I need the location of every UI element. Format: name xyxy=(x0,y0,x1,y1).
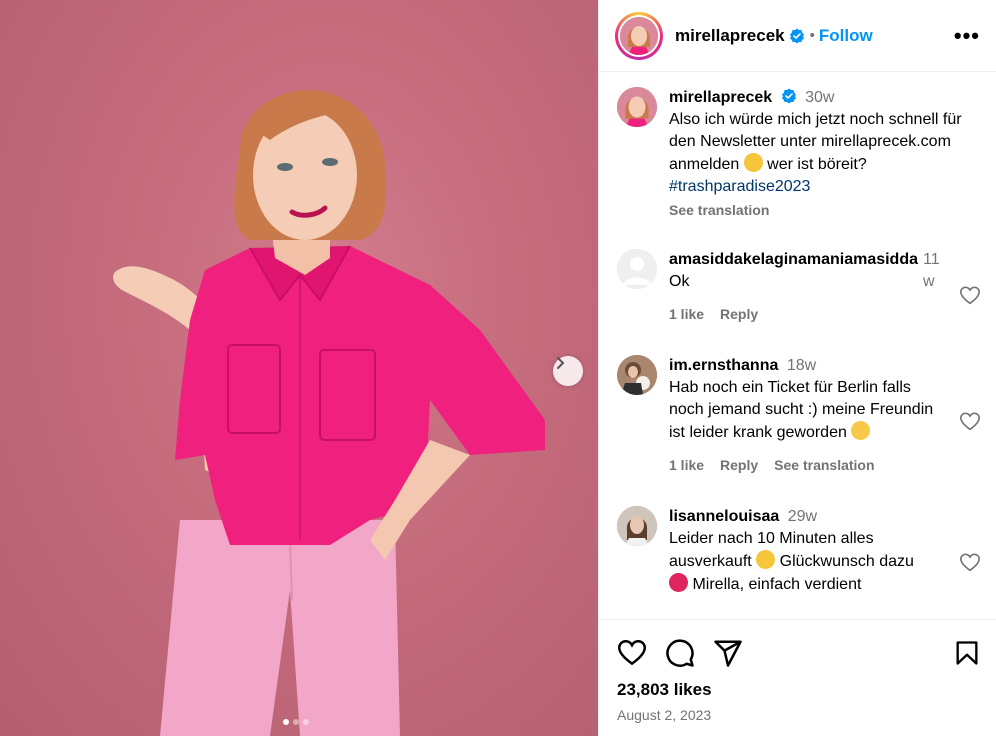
follow-button[interactable]: Follow xyxy=(819,26,873,46)
default-avatar-icon[interactable] xyxy=(617,249,657,289)
comment-likes[interactable]: 1 like xyxy=(669,303,704,325)
caption-username[interactable]: mirellaprecek xyxy=(669,89,772,106)
comment-text: Hab noch ein Ticket für Berlin falls noc… xyxy=(669,379,934,441)
avatar[interactable] xyxy=(617,506,657,546)
comment-time[interactable]: 18w xyxy=(787,357,816,374)
smiling-emoji-icon xyxy=(743,153,763,172)
heart-emoji-icon xyxy=(669,573,688,592)
comment-icon[interactable] xyxy=(665,638,695,668)
reply-button[interactable]: Reply xyxy=(720,303,758,325)
caption: mirellaprecek 30w Also ich würde mich je… xyxy=(617,87,981,221)
avatar-image xyxy=(617,506,657,546)
avatar[interactable] xyxy=(617,87,657,127)
verified-badge-icon xyxy=(789,28,804,43)
caption-time[interactable]: 30w xyxy=(805,89,834,106)
heart-icon[interactable] xyxy=(959,411,981,433)
avatar-image xyxy=(617,355,657,395)
sad-emoji-icon xyxy=(851,421,871,440)
avatar xyxy=(620,16,658,55)
comment-username[interactable]: im.ernsthanna xyxy=(669,357,778,374)
comment-time[interactable]: 11w xyxy=(923,249,943,293)
photo-illustration xyxy=(113,90,545,736)
see-translation-link[interactable]: See translation xyxy=(774,454,874,476)
bookmark-icon[interactable] xyxy=(953,638,981,668)
comment-text-cut: Mirella, einfach verdient xyxy=(669,573,949,596)
post-header: mirellaprecek • Follow ••• xyxy=(599,0,996,72)
avatar[interactable] xyxy=(617,355,657,395)
more-options-icon[interactable]: ••• xyxy=(954,23,980,49)
post-actions: 23,803 likes August 2, 2023 xyxy=(599,619,996,723)
avatar-image xyxy=(620,16,658,55)
carousel-dot xyxy=(293,719,299,725)
header-separator: • xyxy=(809,27,815,44)
avatar-image xyxy=(617,87,657,127)
comment-username[interactable]: amasiddakelaginamaniamasidda xyxy=(669,251,918,268)
carousel-indicator xyxy=(283,719,309,725)
likes-count[interactable]: 23,803 likes xyxy=(617,680,981,700)
heart-icon[interactable] xyxy=(617,638,647,668)
post-photo[interactable] xyxy=(0,0,598,736)
verified-badge-icon xyxy=(781,88,796,104)
heart-icon[interactable] xyxy=(959,285,981,307)
comment-text: Ok xyxy=(669,273,690,290)
post-author-username[interactable]: mirellaprecek xyxy=(675,26,785,46)
hashtag-link[interactable]: #trashparadise2023 xyxy=(669,178,810,195)
see-translation-link[interactable]: See translation xyxy=(669,199,979,221)
comment-item: amasiddakelaginamaniamasidda Ok 1 like R… xyxy=(617,249,981,325)
comment-text: Leider nach 10 Minuten alles ausverkauft… xyxy=(669,530,914,570)
comment-username[interactable]: lisannelouisaa xyxy=(669,508,779,525)
comment-item: lisannelouisaa 29w Leider nach 10 Minute… xyxy=(617,506,981,596)
next-photo-button[interactable] xyxy=(553,356,583,386)
comment-likes[interactable]: 1 like xyxy=(669,454,704,476)
carousel-dot xyxy=(283,719,289,725)
post-side-panel: mirellaprecek • Follow ••• mirellaprecek xyxy=(598,0,996,736)
reply-button[interactable]: Reply xyxy=(720,454,758,476)
story-ring[interactable] xyxy=(615,11,663,60)
comments-list[interactable]: mirellaprecek 30w Also ich würde mich je… xyxy=(599,73,996,619)
avatar-image xyxy=(617,249,657,289)
caption-text: Also ich würde mich jetzt noch schnell f… xyxy=(669,111,962,195)
heart-icon[interactable] xyxy=(959,552,981,574)
comment-item: im.ernsthanna 18w Hab noch ein Ticket fü… xyxy=(617,355,981,476)
comment-time[interactable]: 29w xyxy=(788,508,817,525)
carousel-dot xyxy=(303,719,309,725)
post-date[interactable]: August 2, 2023 xyxy=(617,707,981,723)
share-icon[interactable] xyxy=(713,638,743,668)
grinning-sweat-emoji-icon xyxy=(756,550,776,569)
chevron-right-icon xyxy=(557,357,565,369)
